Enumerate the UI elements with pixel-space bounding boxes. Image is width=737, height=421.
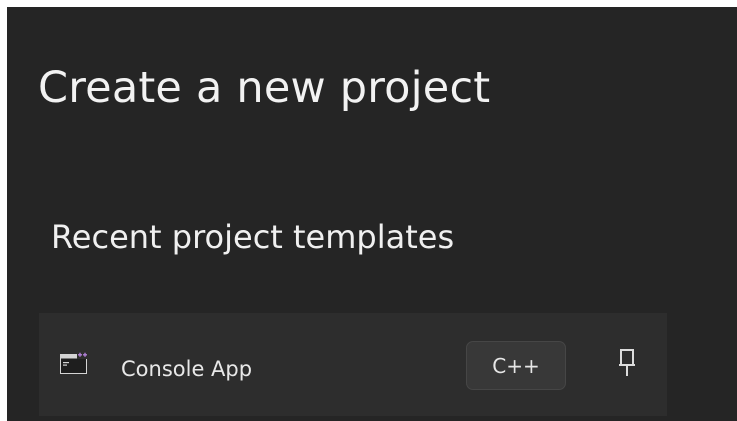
language-badge: C++ (466, 341, 566, 390)
page-title: Create a new project (38, 63, 491, 113)
template-name: Console App (121, 357, 253, 381)
recent-template-item-console-app[interactable]: Console App C++ (39, 313, 667, 416)
recent-templates-heading: Recent project templates (51, 218, 455, 256)
console-app-icon (60, 351, 88, 375)
pin-icon (619, 349, 635, 376)
pin-button[interactable] (612, 343, 642, 383)
create-project-dialog: Create a new project Recent project temp… (7, 7, 737, 421)
